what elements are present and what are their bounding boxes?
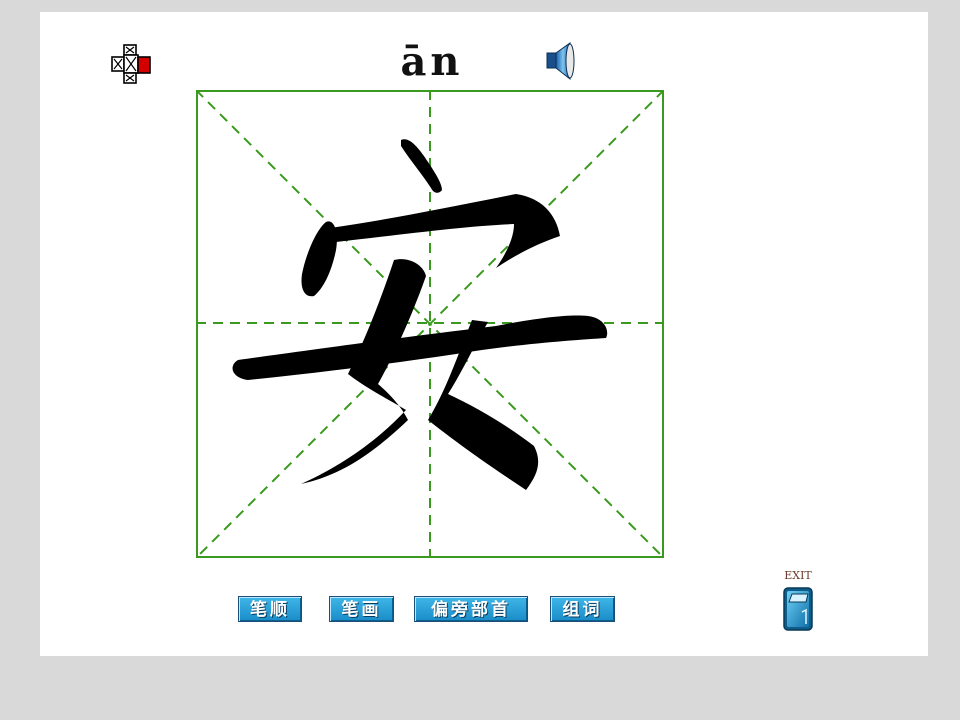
word-building-button[interactable]: 组词 (550, 596, 615, 622)
speaker-icon[interactable] (544, 40, 578, 82)
pinyin-label: ān (400, 38, 464, 85)
exit-label: EXIT (784, 569, 812, 582)
stroke-order-button[interactable]: 笔顺 (238, 596, 302, 622)
strokes-button[interactable]: 笔画 (329, 596, 394, 622)
radical-button[interactable]: 偏旁部首 (414, 596, 528, 622)
door-exit-icon[interactable] (782, 586, 814, 632)
character-text: 安 (196, 90, 664, 558)
puzzle-cross-icon[interactable] (110, 43, 154, 87)
